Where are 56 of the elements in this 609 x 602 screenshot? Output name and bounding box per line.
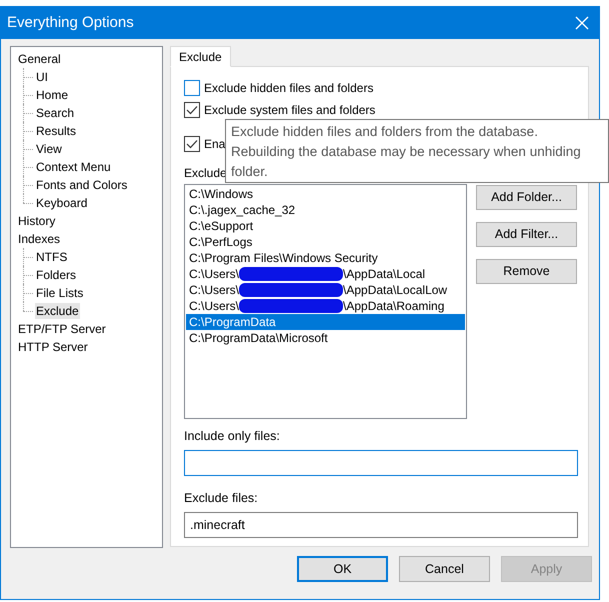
tree-item[interactable]: Results bbox=[35, 123, 78, 139]
checkbox[interactable] bbox=[184, 102, 200, 118]
tooltip-text: Exclude hidden files and folders from the database. bbox=[231, 123, 539, 141]
tree-item[interactable]: View bbox=[35, 141, 63, 157]
tree-item[interactable]: Search bbox=[35, 105, 76, 121]
checkbox[interactable] bbox=[184, 80, 200, 96]
tree-item[interactable]: Context Menu bbox=[35, 159, 112, 175]
field-label: Exclude files: bbox=[184, 490, 258, 506]
list-row[interactable]: C:\eSupport bbox=[186, 218, 465, 234]
list-row[interactable]: C:\Users\ \AppData\Local bbox=[186, 266, 465, 282]
field-label: Include only files: bbox=[184, 428, 280, 444]
list-row-text: \AppData\Local bbox=[343, 266, 426, 282]
side-button[interactable]: Add Folder... bbox=[476, 185, 577, 210]
tab[interactable]: Exclude bbox=[170, 46, 231, 67]
tree-item[interactable]: UI bbox=[35, 69, 49, 85]
list-row[interactable]: C:\.jagex_cache_32 bbox=[186, 202, 465, 218]
tree-item[interactable]: Indexes bbox=[17, 231, 62, 247]
checkbox[interactable] bbox=[184, 136, 200, 152]
list-row-text: C:\Users\ bbox=[189, 266, 240, 282]
list-row[interactable]: C:\PerfLogs bbox=[186, 234, 465, 250]
dialog-button[interactable]: OK bbox=[297, 556, 388, 582]
close-icon[interactable] bbox=[575, 16, 589, 30]
tree-item[interactable]: History bbox=[17, 213, 56, 229]
exclude-files-field[interactable]: .minecraft bbox=[184, 512, 578, 538]
tree-item[interactable]: Home bbox=[35, 87, 70, 103]
tree-item[interactable]: Keyboard bbox=[35, 195, 88, 211]
tree-item[interactable]: Fonts and Colors bbox=[35, 177, 128, 193]
tree-item[interactable]: File Lists bbox=[35, 285, 84, 301]
field-label: Exclude bbox=[184, 165, 227, 181]
list-row[interactable]: C:\Users\ \AppData\Roaming bbox=[186, 298, 465, 314]
list-row[interactable]: C:\ProgramData\Microsoft bbox=[186, 330, 465, 346]
dialog-button[interactable]: Cancel bbox=[399, 556, 490, 582]
list-row-text: C:\Users\ bbox=[189, 282, 240, 298]
tree-item[interactable]: Exclude bbox=[35, 303, 80, 319]
list-row[interactable]: C:\Users\ \AppData\LocalLow bbox=[186, 282, 465, 298]
tree-item[interactable]: ETP/FTP Server bbox=[17, 321, 107, 337]
folder-list[interactable] bbox=[184, 184, 467, 419]
list-row[interactable]: C:\ProgramData bbox=[186, 314, 465, 330]
tree-item[interactable]: HTTP Server bbox=[17, 339, 89, 355]
side-button[interactable]: Remove bbox=[476, 259, 577, 284]
checkbox-label: Ena bbox=[204, 136, 226, 153]
window-title: Everything Options bbox=[7, 12, 134, 33]
tree-item[interactable]: NTFS bbox=[35, 249, 68, 265]
checkbox-label: Exclude hidden files and folders bbox=[204, 80, 374, 97]
list-row-text: \AppData\Roaming bbox=[343, 298, 444, 314]
list-row[interactable]: C:\Program Files\Windows Security bbox=[186, 250, 465, 266]
tree-item[interactable]: General bbox=[17, 51, 62, 67]
list-row[interactable]: C:\Windows bbox=[186, 186, 465, 202]
list-row-text: \AppData\LocalLow bbox=[343, 282, 448, 298]
checkbox-label: Exclude system files and folders bbox=[204, 102, 376, 119]
tree-item[interactable]: Folders bbox=[35, 267, 78, 283]
tooltip-text: Rebuilding the database may be necessary when unhiding bbox=[231, 143, 582, 161]
side-button[interactable]: Add Filter... bbox=[476, 222, 577, 247]
list-row-text: C:\Users\ bbox=[189, 298, 240, 314]
include-files-field[interactable] bbox=[184, 450, 578, 476]
tooltip-text: folder. bbox=[231, 163, 269, 181]
